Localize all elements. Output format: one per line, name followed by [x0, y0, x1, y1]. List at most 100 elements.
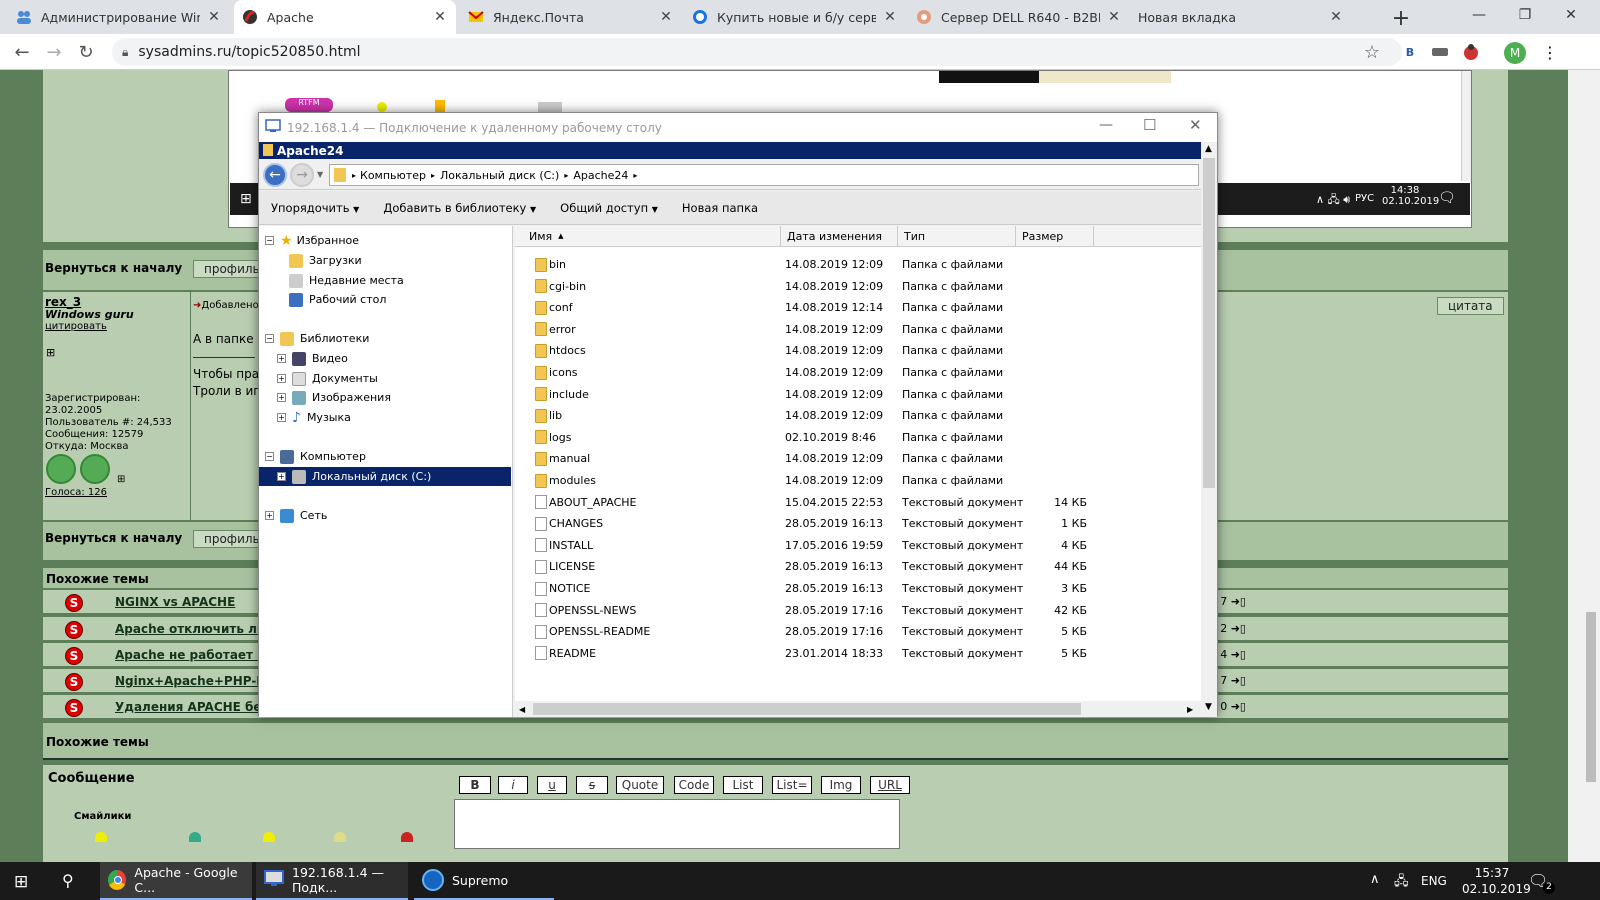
minimize-icon[interactable]: —	[1456, 0, 1502, 30]
expand-icon[interactable]: +	[277, 374, 286, 383]
vote-icon[interactable]: ⊞	[117, 474, 125, 485]
expand-icon[interactable]: +	[277, 354, 286, 363]
scroll-up-icon[interactable]: ▲	[1205, 144, 1212, 154]
collapse-icon[interactable]: −	[265, 236, 274, 245]
file-row[interactable]: CHANGES 28.05.2019 16:13 Текстовый докумен…	[515, 513, 1201, 534]
close-icon[interactable]: ✕	[1106, 9, 1122, 25]
smiley-icon[interactable]	[334, 832, 346, 842]
extension-icon[interactable]	[1430, 42, 1450, 62]
vscroll-thumb[interactable]	[1203, 158, 1215, 488]
taskbar-app-chrome[interactable]: Apache - Google C...	[100, 862, 252, 900]
maximize-icon[interactable]: ☐	[1143, 116, 1156, 134]
tab-servers[interactable]: Купить новые и б/у серверы с ✕	[684, 0, 906, 34]
address-bar[interactable]: 🔒︎ sysadmins.ru/topic520850.html ☆	[112, 38, 1402, 66]
file-row[interactable]: error 14.08.2019 12:09 Папка с файлами	[515, 319, 1201, 340]
close-icon[interactable]: ✕	[432, 9, 448, 25]
votes-count[interactable]: Голоса: 126	[45, 487, 107, 498]
tree-item-recent[interactable]: Недавние места	[289, 271, 404, 290]
history-dropdown-icon[interactable]: ▼	[317, 170, 323, 179]
cite-link[interactable]: цитировать	[45, 321, 107, 332]
message-textarea[interactable]	[454, 799, 900, 849]
tab-dell-r640[interactable]: Сервер DELL R640 - B2BFamily ✕	[908, 0, 1130, 34]
strike-button[interactable]: s	[576, 776, 608, 794]
expand-icon[interactable]: +	[265, 511, 274, 520]
column-type[interactable]: Тип	[898, 226, 1016, 247]
horizontal-scrollbar[interactable]: ◀ ▶	[515, 701, 1201, 717]
minimize-icon[interactable]: —	[1099, 117, 1113, 133]
close-icon[interactable]: ✕	[1328, 9, 1344, 25]
go-arrow-icon[interactable]: ➜▯	[1231, 674, 1246, 687]
img-button[interactable]: Img	[821, 776, 861, 794]
breadcrumb[interactable]: ▸ Компьютер ▸ Локальный диск (C:) ▸ Apac…	[329, 164, 1199, 186]
file-row[interactable]: README 23.01.2014 18:33 Текстовый документ…	[515, 643, 1201, 664]
file-row[interactable]: OPENSSL-NEWS 28.05.2019 17:16 Текстовый до…	[515, 600, 1201, 621]
topic-link[interactable]: Удаления APACHE без	[115, 700, 269, 714]
taskbar-app-rdp[interactable]: 192.168.1.4 — Подк...	[256, 862, 408, 900]
vertical-scrollbar[interactable]: ▲ ▼	[1201, 142, 1217, 717]
column-name[interactable]: Имя ▲	[515, 226, 781, 247]
expand-icon[interactable]: +	[277, 472, 286, 481]
tree-item-desktop[interactable]: Рабочий стол	[289, 290, 386, 309]
italic-button[interactable]: i	[498, 776, 528, 794]
hscroll-thumb[interactable]	[533, 703, 1081, 715]
file-row[interactable]: conf 14.08.2019 12:14 Папка с файлами	[515, 297, 1201, 318]
file-row[interactable]: include 14.08.2019 12:09 Папка с файлами	[515, 384, 1201, 405]
reload-icon[interactable]: ↻	[72, 38, 100, 66]
search-icon[interactable]: ⚲	[62, 871, 74, 890]
back-icon[interactable]: ←	[8, 38, 36, 66]
back-icon[interactable]: ←	[263, 163, 287, 187]
tree-item-music[interactable]: + ♪ Музыка	[277, 408, 351, 427]
file-row[interactable]: logs 02.10.2019 8:46 Папка с файлами	[515, 427, 1201, 448]
post-author[interactable]: rex_3	[45, 295, 81, 309]
file-row[interactable]: htdocs 14.08.2019 12:09 Папка с файлами	[515, 340, 1201, 361]
tree-item-documents[interactable]: + Документы	[277, 369, 378, 388]
file-row[interactable]: LICENSE 28.05.2019 16:13 Текстовый докумен…	[515, 556, 1201, 577]
tree-item-downloads[interactable]: Загрузки	[289, 251, 362, 270]
go-arrow-icon[interactable]: ➜▯	[1231, 595, 1246, 608]
go-arrow-icon[interactable]: ➜▯	[1231, 700, 1246, 713]
vk-extension-icon[interactable]: В	[1400, 42, 1420, 62]
bookmark-star-icon[interactable]: ☆	[1364, 42, 1380, 63]
file-row[interactable]: manual 14.08.2019 12:09 Папка с файлами	[515, 448, 1201, 469]
file-row[interactable]: NOTICE 28.05.2019 16:13 Текстовый документ…	[515, 578, 1201, 599]
topic-link[interactable]: Apache отключить лист	[115, 622, 279, 636]
tree-item-local-disk[interactable]: + Локальный диск (C:)	[259, 467, 511, 486]
tray-chevron-icon[interactable]: ∧	[1370, 872, 1380, 887]
close-icon[interactable]: ✕	[658, 9, 674, 25]
scroll-right-icon[interactable]: ▶	[1187, 705, 1193, 714]
page-scroll-thumb[interactable]	[1586, 612, 1596, 782]
restore-icon[interactable]: ❐	[1502, 0, 1548, 30]
smiley-icon[interactable]	[189, 832, 201, 842]
rdp-titlebar[interactable]: 192.168.1.4 — Подключение к удаленному р…	[259, 113, 1217, 142]
file-row[interactable]: icons 14.08.2019 12:09 Папка с файлами	[515, 362, 1201, 383]
new-tab-button[interactable]: +	[1387, 4, 1415, 32]
topic-link[interactable]: Apache не работает Re	[115, 648, 275, 662]
topic-link[interactable]: Nginx+Apache+PHP-FP	[115, 674, 273, 688]
code-button[interactable]: Code	[674, 776, 714, 794]
column-date[interactable]: Дата изменения	[781, 226, 898, 247]
file-row[interactable]: lib 14.08.2019 12:09 Папка с файлами	[515, 405, 1201, 426]
tree-item-libraries[interactable]: − Библиотеки	[265, 329, 369, 348]
tab-admin-windows[interactable]: Администрирование Window ✕	[8, 0, 230, 34]
start-icon[interactable]: ⊞	[14, 872, 28, 892]
go-arrow-icon[interactable]: ➜▯	[1231, 648, 1246, 661]
tab-new-tab[interactable]: Новая вкладка ✕	[1130, 0, 1352, 34]
new-folder-button[interactable]: Новая папка	[682, 201, 758, 215]
scroll-left-icon[interactable]: ◀	[519, 705, 525, 714]
list-numbered-button[interactable]: List=	[772, 776, 812, 794]
clock[interactable]: 15:37 02.10.2019	[1462, 865, 1531, 897]
remote-notification-icon[interactable]: 🗨︎	[1438, 190, 1456, 206]
ladybug-extension-icon[interactable]	[1461, 42, 1481, 62]
expand-icon[interactable]: +	[277, 413, 286, 422]
file-row[interactable]: INSTALL 17.05.2016 19:59 Текстовый докумен…	[515, 535, 1201, 556]
topic-link[interactable]: NGINX vs APACHE	[115, 595, 235, 609]
scroll-down-icon[interactable]: ▼	[1205, 702, 1212, 712]
back-to-top-link[interactable]: Вернуться к началу	[45, 531, 182, 545]
url-button[interactable]: URL	[870, 776, 910, 794]
tab-yandex-mail[interactable]: Яндекс.Почта ✕	[460, 0, 682, 34]
smiley-icon[interactable]	[401, 832, 413, 842]
close-icon[interactable]: ✕	[882, 9, 898, 25]
language-indicator[interactable]: ENG	[1421, 874, 1447, 888]
tree-item-images[interactable]: + Изображения	[277, 388, 391, 407]
breadcrumb-apache24[interactable]: Apache24	[573, 169, 628, 182]
